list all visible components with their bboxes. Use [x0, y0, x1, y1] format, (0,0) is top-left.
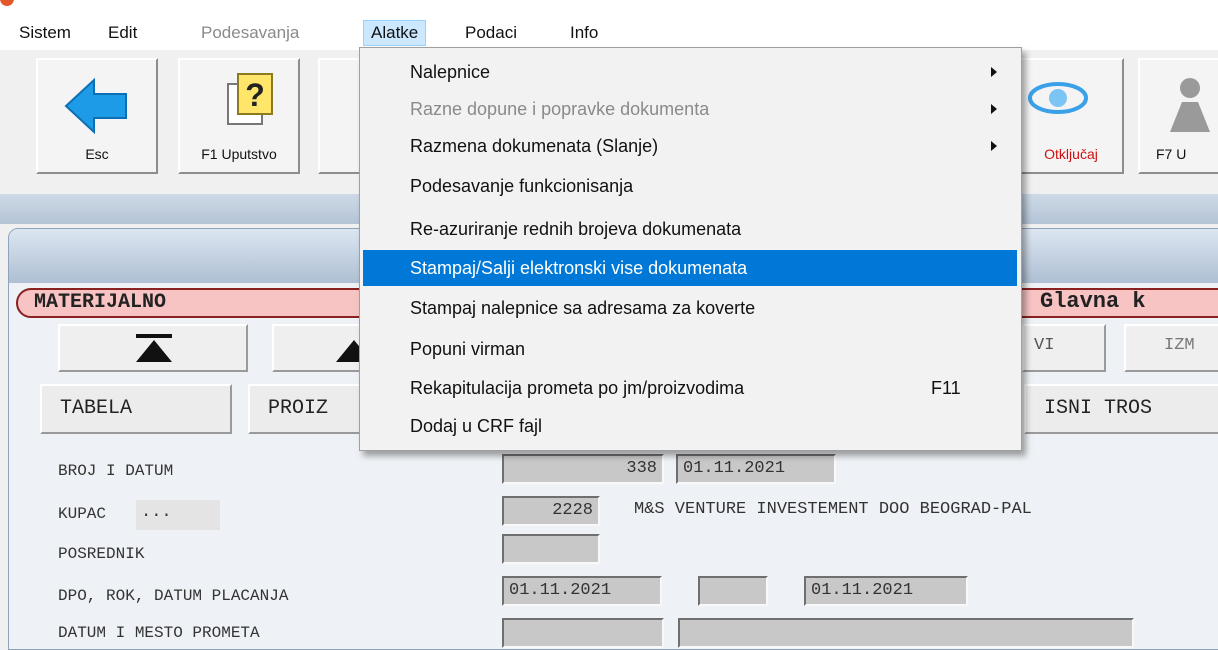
rok-field[interactable]: [698, 576, 768, 606]
esc-label: Esc: [85, 146, 109, 162]
menu-item-label: Re-azuriranje rednih brojeva dokumenata: [410, 219, 742, 239]
title-bar: [0, 0, 1218, 10]
broj-field[interactable]: 338: [502, 454, 664, 484]
tab-tabela[interactable]: TABELA: [40, 384, 232, 434]
toolbar-button-hidden[interactable]: [318, 58, 362, 174]
menu-item-label: Stampaj/Salji elektronski vise dokumenat…: [410, 258, 748, 278]
f7-label: F7 U: [1156, 146, 1187, 162]
mesto-prometa-field[interactable]: [678, 618, 1134, 648]
dpo-label: DPO, ROK, DATUM PLACANJA: [58, 587, 289, 605]
kupac-lookup-button[interactable]: ...: [136, 500, 220, 530]
posrednik-label: POSREDNIK: [58, 545, 145, 563]
unlock-button[interactable]: Otključaj: [1018, 58, 1124, 174]
menu-item-label: Popuni virman: [410, 339, 526, 359]
datum-mesto-label: DATUM I MESTO PROMETA: [58, 624, 260, 642]
unlock-label: Otključaj: [1044, 146, 1098, 162]
broj-datum-label: BROJ I DATUM: [58, 462, 174, 480]
menu-item-podesavanje[interactable]: Podesavanje funkcionisanja: [363, 168, 1017, 204]
app-logo-icon: [0, 0, 14, 6]
menu-item-rekapitulacija[interactable]: Rekapitulacija prometa po jm/proizvodima…: [363, 370, 1017, 406]
menu-item-razmena-dokumenata[interactable]: Razmena dokumenata (Slanje): [363, 128, 1017, 164]
nav-button-vi-label: VI: [1034, 336, 1055, 355]
person-icon: [1170, 78, 1210, 132]
tab-troskovi[interactable]: ISNI TROS: [1024, 384, 1218, 434]
menu-item-razne-dopune[interactable]: Razne dopune i popravke dokumenta: [363, 91, 1017, 127]
menu-item-stampaj-salji[interactable]: Stampaj/Salji elektronski vise dokumenat…: [363, 250, 1017, 286]
f1-help-button[interactable]: ? F1 Uputstvo: [178, 58, 300, 174]
previous-record-button[interactable]: [272, 324, 362, 372]
first-record-button[interactable]: [58, 324, 248, 372]
menu-info[interactable]: Info: [563, 20, 605, 46]
menu-sistem[interactable]: Sistem: [12, 20, 78, 46]
menu-item-popuni-virman[interactable]: Popuni virman: [363, 331, 1017, 367]
submenu-arrow-icon: [991, 104, 997, 114]
submenu-arrow-icon: [991, 141, 997, 151]
menu-item-nalepnice[interactable]: Nalepnice: [363, 54, 1017, 90]
nav-button-vi[interactable]: VI: [1022, 324, 1106, 372]
menu-item-shortcut: F11: [931, 378, 961, 398]
menu-item-dodaj-crf[interactable]: Dodaj u CRF fajl: [363, 408, 1017, 444]
menu-alatke[interactable]: Alatke: [363, 20, 427, 46]
menu-item-label: Stampaj nalepnice sa adresama za koverte: [410, 298, 756, 318]
menu-item-label: Podesavanje funkcionisanja: [410, 176, 634, 196]
nav-button-izm-label: IZM: [1164, 336, 1195, 355]
previous-icon: [336, 340, 362, 362]
menu-item-re-azuriranje[interactable]: Re-azuriranje rednih brojeva dokumenata: [363, 211, 1017, 247]
svg-text:?: ?: [245, 77, 265, 113]
alatke-dropdown-menu: Nalepnice Razne dopune i popravke dokume…: [359, 47, 1022, 451]
nav-button-izm[interactable]: IZM: [1124, 324, 1218, 372]
back-arrow-icon: [64, 77, 127, 135]
kupac-name-text: M&S VENTURE INVESTEMENT DOO BEOGRAD-PAL: [634, 500, 1032, 519]
first-record-icon: [136, 334, 172, 362]
submenu-arrow-icon: [991, 67, 997, 77]
kupac-label: KUPAC: [58, 505, 107, 523]
esc-button[interactable]: Esc: [36, 58, 158, 174]
menu-edit[interactable]: Edit: [101, 20, 144, 46]
panel-title: Glavna k: [1040, 289, 1146, 314]
menu-item-label: Razne dopune i popravke dokumenta: [410, 99, 710, 119]
menu-item-label: Dodaj u CRF fajl: [410, 416, 543, 436]
menu-item-stampaj-nalepnice[interactable]: Stampaj nalepnice sa adresama za koverte: [363, 290, 1017, 326]
menu-bar: Sistem Edit Podesavanja Alatke Podaci In…: [0, 10, 1218, 50]
menu-item-label: Nalepnice: [410, 62, 491, 82]
broj-date-field[interactable]: 01.11.2021: [676, 454, 836, 484]
menu-podaci[interactable]: Podaci: [458, 20, 524, 46]
menu-item-label: Razmena dokumenata (Slanje): [410, 136, 659, 156]
tab-proizvodi[interactable]: PROIZ: [248, 384, 368, 434]
f7-button[interactable]: F7 U: [1138, 58, 1218, 174]
menu-podesavanja[interactable]: Podesavanja: [194, 20, 306, 46]
datum-placanja-field[interactable]: 01.11.2021: [804, 576, 968, 606]
menu-item-label: Rekapitulacija prometa po jm/proizvodima: [410, 378, 745, 398]
help-icon: ?: [227, 73, 273, 125]
posrednik-field[interactable]: [502, 534, 600, 564]
f1-label: F1 Uputstvo: [201, 146, 277, 162]
section-label: MATERIJALNO: [34, 291, 167, 314]
unlock-eye-icon: [1028, 82, 1088, 114]
datum-prometa-field[interactable]: [502, 618, 664, 648]
dpo-date-field[interactable]: 01.11.2021: [502, 576, 662, 606]
kupac-code-field[interactable]: 2228: [502, 496, 600, 526]
